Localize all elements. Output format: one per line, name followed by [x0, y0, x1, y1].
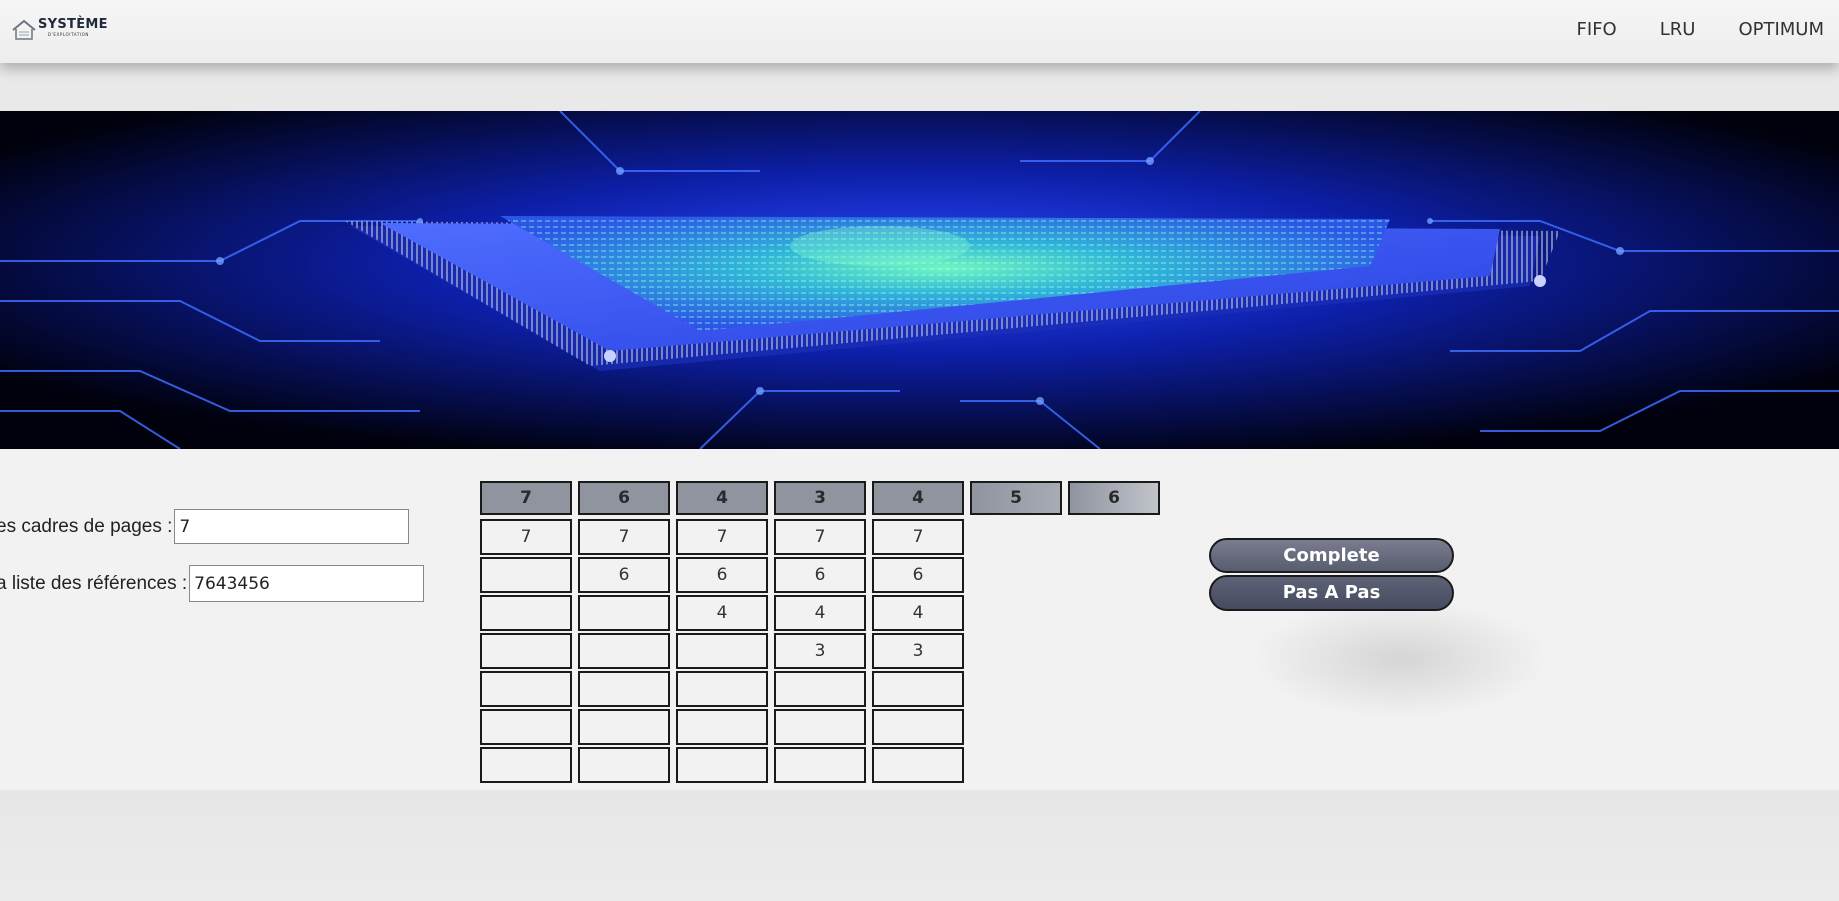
reference-cell: 4 [872, 481, 964, 515]
frame-cell: 6 [578, 557, 670, 593]
frame-cell [872, 747, 964, 783]
frame-cell [578, 671, 670, 707]
frame-cell: 4 [676, 595, 768, 631]
frames-field-row: es cadres de pages : [0, 509, 410, 544]
frame-cell [774, 747, 866, 783]
frame-cell: 6 [872, 557, 964, 593]
hero-banner [0, 111, 1839, 449]
step-by-step-button[interactable]: Pas A Pas [1209, 575, 1454, 611]
frame-cell [480, 671, 572, 707]
frame-cell [676, 747, 768, 783]
frame-cell [578, 709, 670, 745]
frame-cell [676, 671, 768, 707]
references-field-row: a liste des références : [0, 565, 425, 602]
reference-cell: 7 [480, 481, 572, 515]
brand-text: SYSTÈME D'EXPLOITATION [38, 18, 108, 37]
frame-cell: 7 [676, 519, 768, 555]
frame-cell [480, 747, 572, 783]
house-logo-icon [12, 19, 36, 40]
frame-cell [480, 709, 572, 745]
frame-cell [774, 671, 866, 707]
footer-area [0, 790, 1839, 901]
frames-input[interactable] [174, 509, 410, 544]
references-input[interactable] [189, 565, 425, 602]
frame-cell [480, 595, 572, 631]
frame-cell: 3 [774, 633, 866, 669]
frame-cell [578, 595, 670, 631]
frame-cell: 4 [872, 595, 964, 631]
main-panel: es cadres de pages : a liste des référen… [0, 449, 1839, 790]
reference-cell: 3 [774, 481, 866, 515]
reference-cell: 6 [1068, 481, 1160, 515]
nav-link-fifo[interactable]: FIFO [1577, 18, 1617, 42]
nav-link-lru[interactable]: LRU [1660, 18, 1696, 42]
frame-cell: 3 [872, 633, 964, 669]
frame-cell: 6 [774, 557, 866, 593]
navbar: SYSTÈME D'EXPLOITATION FIFO LRU OPTIMUM [0, 0, 1839, 63]
frame-cell [774, 709, 866, 745]
frame-cell [578, 747, 670, 783]
frame-cell: 7 [480, 519, 572, 555]
frame-cell [872, 709, 964, 745]
nav-links: FIFO LRU OPTIMUM [1534, 18, 1824, 42]
frame-cell: 4 [774, 595, 866, 631]
frame-cell: 7 [872, 519, 964, 555]
frames-label: es cadres de pages : [0, 515, 173, 537]
frame-cell [480, 557, 572, 593]
reference-cell: 5 [970, 481, 1062, 515]
frame-cell [676, 709, 768, 745]
frame-cell: 7 [774, 519, 866, 555]
frame-cell [480, 633, 572, 669]
frame-cell: 6 [676, 557, 768, 593]
brand-logo[interactable]: SYSTÈME D'EXPLOITATION [12, 18, 108, 42]
circuit-board-image [0, 111, 1839, 449]
reference-cell: 6 [578, 481, 670, 515]
button-shadow [1250, 599, 1550, 719]
frame-cell [578, 633, 670, 669]
frame-cell [872, 671, 964, 707]
nav-link-optimum[interactable]: OPTIMUM [1738, 18, 1824, 42]
references-label: a liste des références : [0, 572, 188, 594]
complete-button[interactable]: Complete [1209, 538, 1454, 573]
brand-subtitle: D'EXPLOITATION [48, 32, 89, 37]
brand-title: SYSTÈME [38, 17, 108, 32]
reference-cell: 4 [676, 481, 768, 515]
frame-cell [676, 633, 768, 669]
frame-cell: 7 [578, 519, 670, 555]
